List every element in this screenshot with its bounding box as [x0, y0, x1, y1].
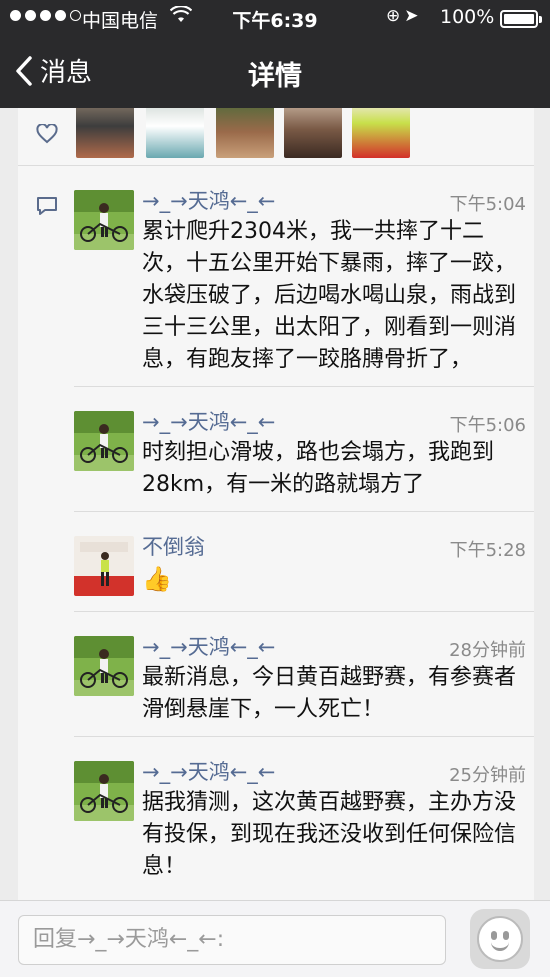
- emoji-button[interactable]: [470, 909, 530, 969]
- comment-time: 下午5:04: [449, 194, 526, 215]
- top-bar: 中国电信 下午6:39 ⊕➤ 100% 消息 详情: [0, 0, 550, 108]
- avatar[interactable]: [74, 761, 134, 821]
- page-title: 详情: [248, 61, 302, 92]
- avatar[interactable]: [74, 536, 134, 596]
- reply-input[interactable]: 回复→_→天鸿←_←:: [18, 915, 446, 965]
- comment-text: 据我猜测，这次黄百越野赛，主办方没有投保，到现在我还没收到任何保险信息！: [142, 790, 517, 879]
- comment-item[interactable]: →_→天鸿←_← 28分钟前 最新消息，今日黄百越野赛，有参赛者滑倒悬崖下，一人…: [74, 612, 534, 737]
- comment-item[interactable]: →_→天鸿←_← 下午5:06 时刻担心滑坡，路也会塌方，我跑到28km，有一米…: [74, 387, 534, 512]
- like-avatar[interactable]: [284, 108, 342, 158]
- comment-time: 28分钟前: [449, 640, 526, 661]
- comment-item[interactable]: →_→天鸿←_← 25分钟前 据我猜测，这次黄百越野赛，主办方没有投保，到现在我…: [74, 737, 534, 893]
- thumbs-up-emoji: 👍: [142, 565, 172, 593]
- avatar[interactable]: [74, 190, 134, 250]
- rotation-lock-icon: ⊕: [386, 6, 405, 26]
- like-avatar[interactable]: [352, 108, 410, 158]
- avatar[interactable]: [74, 411, 134, 471]
- comment-item[interactable]: 不倒翁 下午5:28 👍: [74, 512, 534, 612]
- likes-row: [18, 108, 534, 166]
- battery-percent: 100%: [440, 6, 495, 28]
- comment-text: 最新消息，今日黄百越野赛，有参赛者滑倒悬崖下，一人死亡！: [142, 665, 517, 722]
- nav-bar: 消息 详情: [0, 36, 550, 108]
- heart-icon: [36, 124, 58, 144]
- comment-text: 时刻担心滑坡，路也会塌方，我跑到28km，有一米的路就塌方了: [142, 440, 495, 497]
- comment-time: 下午5:28: [449, 540, 526, 561]
- comment-list: →_→天鸿←_← 下午5:04 累计爬升2304米，我一共摔了十二次，十五公里开…: [18, 166, 534, 893]
- comment-text: 累计爬升2304米，我一共摔了十二次，十五公里开始下暴雨，摔了一跤，水袋压破了，…: [142, 219, 517, 372]
- location-icon: ➤: [404, 6, 423, 26]
- status-bar: 中国电信 下午6:39 ⊕➤ 100%: [0, 0, 550, 36]
- moment-detail: →_→天鸿←_← 下午5:04 累计爬升2304米，我一共摔了十二次，十五公里开…: [18, 108, 534, 900]
- smiley-icon: [477, 916, 523, 962]
- comment-time: 25分钟前: [449, 765, 526, 786]
- like-avatar[interactable]: [146, 108, 204, 158]
- comment-time: 下午5:06: [449, 415, 526, 436]
- comment-icon: [37, 197, 57, 215]
- like-avatar[interactable]: [76, 108, 134, 158]
- avatar[interactable]: [74, 636, 134, 696]
- battery-icon: [500, 10, 542, 28]
- like-avatar[interactable]: [216, 108, 274, 158]
- reply-bar: 回复→_→天鸿←_←:: [0, 900, 550, 977]
- comment-item[interactable]: →_→天鸿←_← 下午5:04 累计爬升2304米，我一共摔了十二次，十五公里开…: [74, 166, 534, 387]
